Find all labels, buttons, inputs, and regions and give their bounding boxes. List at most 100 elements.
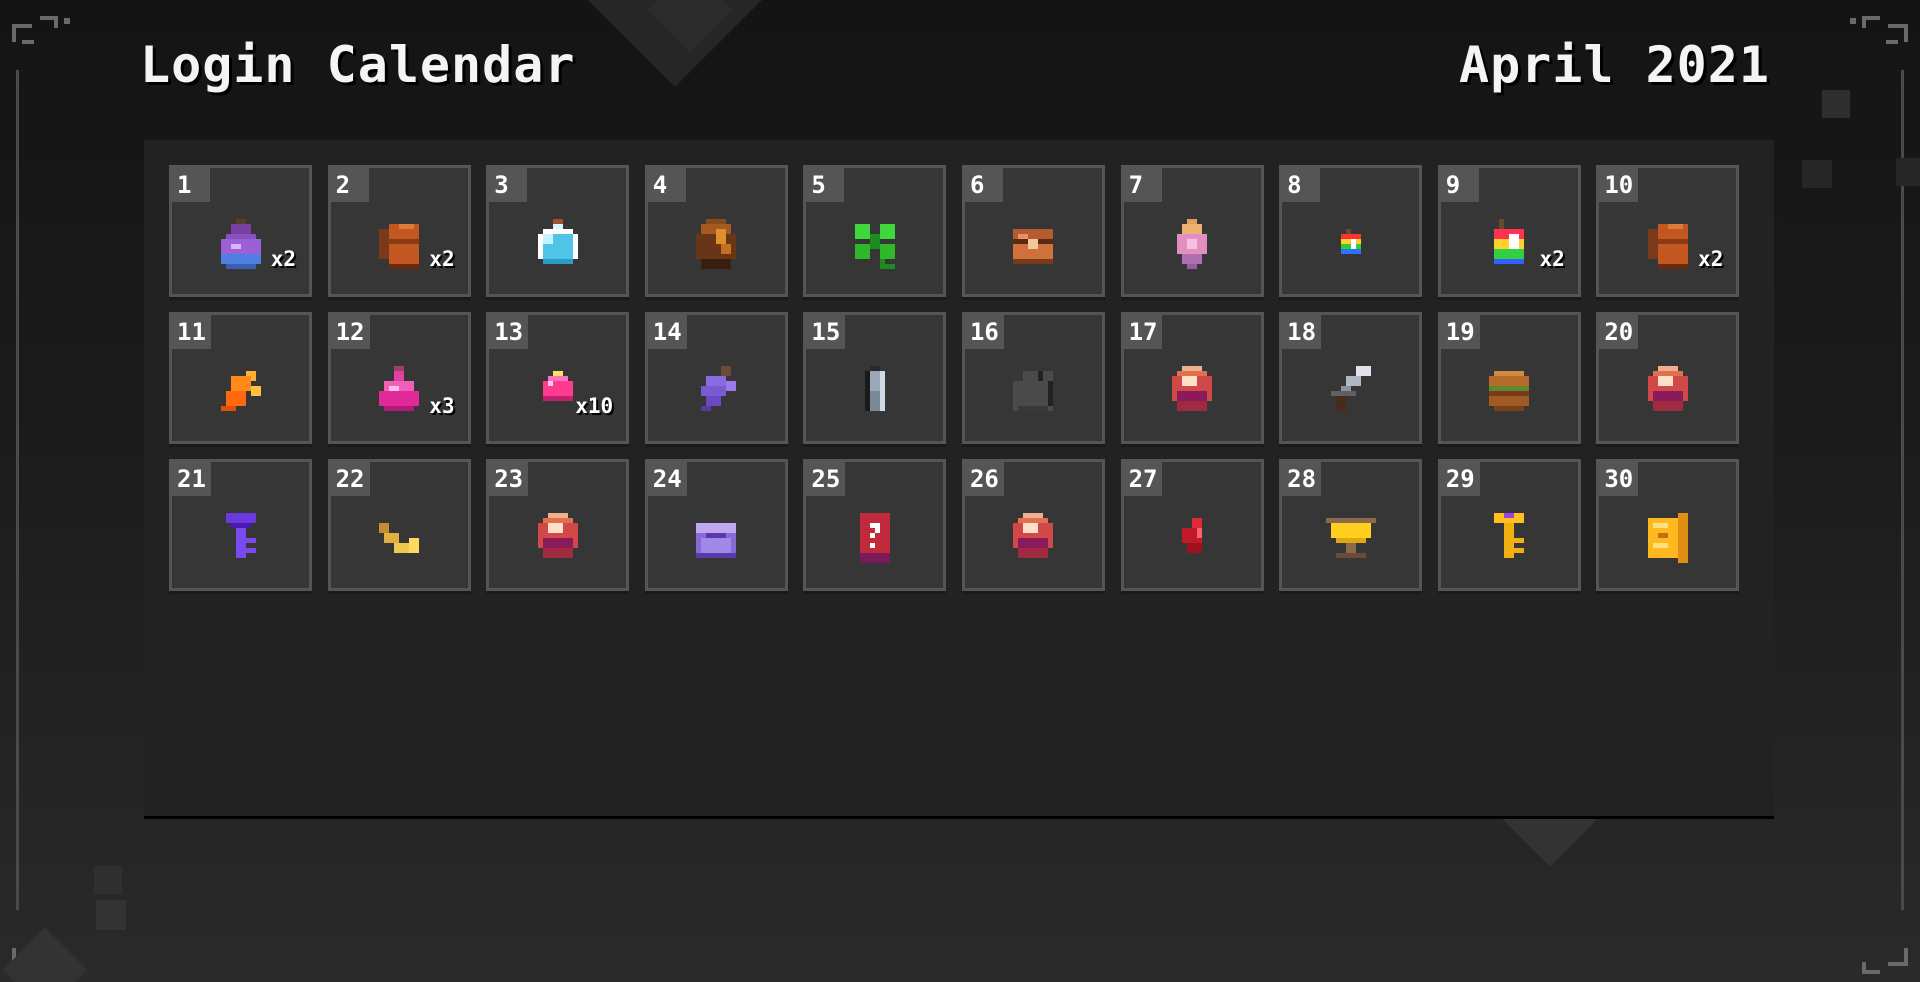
red-orb-icon bbox=[1003, 508, 1063, 568]
left-border-line bbox=[16, 70, 19, 910]
purple-chest-icon bbox=[686, 508, 746, 568]
orange-feather-icon bbox=[211, 361, 271, 421]
calendar-day-cell[interactable]: 22 bbox=[327, 459, 471, 591]
calendar-day-cell[interactable]: 20 bbox=[1596, 312, 1740, 444]
day-number: 1 bbox=[172, 168, 210, 202]
day-number: 25 bbox=[806, 462, 846, 496]
glass-vial-icon bbox=[845, 361, 905, 421]
calendar-day-cell[interactable]: 21 bbox=[169, 459, 312, 591]
calendar-day-cell[interactable]: 30 bbox=[1596, 459, 1740, 591]
day-number: 24 bbox=[647, 462, 687, 496]
top-right-corner-ornament bbox=[1848, 14, 1908, 74]
calendar-day-cell[interactable]: 17 bbox=[1120, 312, 1264, 444]
calendar-day-cell[interactable]: 29 bbox=[1437, 459, 1581, 591]
day-number: 30 bbox=[1599, 462, 1639, 496]
treasure-chest-icon bbox=[1003, 214, 1063, 274]
calendar-day-cell[interactable]: 4 bbox=[644, 165, 788, 297]
background-square bbox=[1822, 90, 1850, 118]
pink-potion-icon bbox=[369, 361, 429, 421]
background-square bbox=[1896, 158, 1920, 186]
blue-potion-icon bbox=[528, 214, 588, 274]
calendar-day-cell[interactable]: 5 bbox=[803, 165, 947, 297]
red-orb-icon bbox=[1638, 361, 1698, 421]
brown-egg-icon bbox=[686, 214, 746, 274]
golden-trophy-icon bbox=[1321, 508, 1381, 568]
day-number: 4 bbox=[647, 168, 686, 202]
day-number: 26 bbox=[964, 462, 1004, 496]
day-number: 19 bbox=[1440, 315, 1480, 349]
reward-quantity: x2 bbox=[270, 247, 296, 271]
day-number: 22 bbox=[330, 462, 370, 496]
calendar-day-cell[interactable]: 28 bbox=[1279, 459, 1423, 591]
day-number: 17 bbox=[1123, 315, 1163, 349]
purple-key-icon bbox=[211, 508, 271, 568]
golden-horn-icon bbox=[369, 508, 429, 568]
calendar-day-cell[interactable]: 19 bbox=[1437, 312, 1581, 444]
red-orb-icon bbox=[528, 508, 588, 568]
background-square bbox=[1802, 160, 1832, 188]
calendar-day-cell[interactable]: 3 bbox=[486, 165, 630, 297]
top-left-corner-ornament bbox=[12, 14, 72, 74]
calendar-day-cell[interactable]: 12 x3 bbox=[327, 312, 471, 444]
burger-icon bbox=[1479, 361, 1539, 421]
calendar-day-cell[interactable]: 27 bbox=[1120, 459, 1264, 591]
sword-icon bbox=[1321, 361, 1381, 421]
day-number: 12 bbox=[330, 315, 370, 349]
day-number: 2 bbox=[330, 168, 369, 202]
day-number: 8 bbox=[1282, 168, 1321, 202]
leather-backpack-icon bbox=[1638, 214, 1698, 274]
day-number: 21 bbox=[172, 462, 211, 496]
purple-grapes-icon bbox=[686, 361, 746, 421]
day-number: 6 bbox=[964, 168, 1003, 202]
calendar-day-cell[interactable]: 1 x2 bbox=[169, 165, 312, 297]
calendar-day-cell[interactable]: 24 bbox=[644, 459, 788, 591]
calendar-day-cell[interactable]: 6 bbox=[961, 165, 1105, 297]
calendar-day-cell[interactable]: 16 bbox=[961, 312, 1105, 444]
golden-key-icon bbox=[1479, 508, 1539, 568]
calendar-day-cell[interactable]: 26 bbox=[961, 459, 1105, 591]
login-calendar-screen: Login Calendar April 2021 1 x2 2 x2 3 4 5 6 7 8 9 x… bbox=[0, 0, 1920, 982]
day-number: 28 bbox=[1282, 462, 1322, 496]
day-number: 23 bbox=[489, 462, 529, 496]
calendar-day-cell[interactable]: 25 bbox=[803, 459, 947, 591]
calendar-day-cell[interactable]: 23 bbox=[486, 459, 630, 591]
day-number: 20 bbox=[1599, 315, 1639, 349]
reward-quantity: x10 bbox=[575, 394, 614, 418]
day-number: 7 bbox=[1123, 168, 1162, 202]
red-orb-icon bbox=[1162, 361, 1222, 421]
golden-scroll-icon bbox=[1638, 508, 1698, 568]
gray-cloak-icon bbox=[1003, 361, 1063, 421]
day-number: 15 bbox=[806, 315, 846, 349]
day-number: 27 bbox=[1123, 462, 1163, 496]
calendar-grid: 1 x2 2 x2 3 4 5 6 7 8 9 x2 10 x2 11 12 x3 13 x10 14 15 16 17 18… bbox=[169, 165, 1740, 591]
day-number: 13 bbox=[489, 315, 529, 349]
calendar-day-cell[interactable]: 9 x2 bbox=[1437, 165, 1581, 297]
rainbow-dye-icon bbox=[1479, 214, 1539, 274]
page-title: Login Calendar bbox=[140, 36, 576, 94]
calendar-day-cell[interactable]: 11 bbox=[169, 312, 312, 444]
small-rainbow-dye-icon bbox=[1321, 214, 1381, 274]
day-number: 18 bbox=[1282, 315, 1322, 349]
calendar-day-cell[interactable]: 10 x2 bbox=[1596, 165, 1740, 297]
day-number: 10 bbox=[1599, 168, 1639, 202]
reward-quantity: x2 bbox=[429, 247, 455, 271]
purple-potion-icon bbox=[211, 214, 271, 274]
day-number: 9 bbox=[1440, 168, 1479, 202]
day-number: 5 bbox=[806, 168, 845, 202]
calendar-day-cell[interactable]: 8 bbox=[1279, 165, 1423, 297]
calendar-day-cell[interactable]: 15 bbox=[803, 312, 947, 444]
day-number: 16 bbox=[964, 315, 1004, 349]
calendar-day-cell[interactable]: 13 x10 bbox=[486, 312, 630, 444]
pink-egg-icon bbox=[1162, 214, 1222, 274]
calendar-day-cell[interactable]: 2 x2 bbox=[327, 165, 471, 297]
calendar-day-cell[interactable]: 18 bbox=[1279, 312, 1423, 444]
calendar-panel: 1 x2 2 x2 3 4 5 6 7 8 9 x2 10 x2 11 12 x3 13 x10 14 15 16 17 18… bbox=[144, 140, 1774, 819]
calendar-day-cell[interactable]: 7 bbox=[1120, 165, 1264, 297]
reward-quantity: x3 bbox=[429, 394, 455, 418]
day-number: 29 bbox=[1440, 462, 1480, 496]
four-leaf-clover-icon bbox=[845, 214, 905, 274]
leather-backpack-icon bbox=[369, 214, 429, 274]
calendar-day-cell[interactable]: 14 bbox=[644, 312, 788, 444]
red-crystal-icon bbox=[1162, 508, 1222, 568]
background-square bbox=[94, 866, 122, 894]
